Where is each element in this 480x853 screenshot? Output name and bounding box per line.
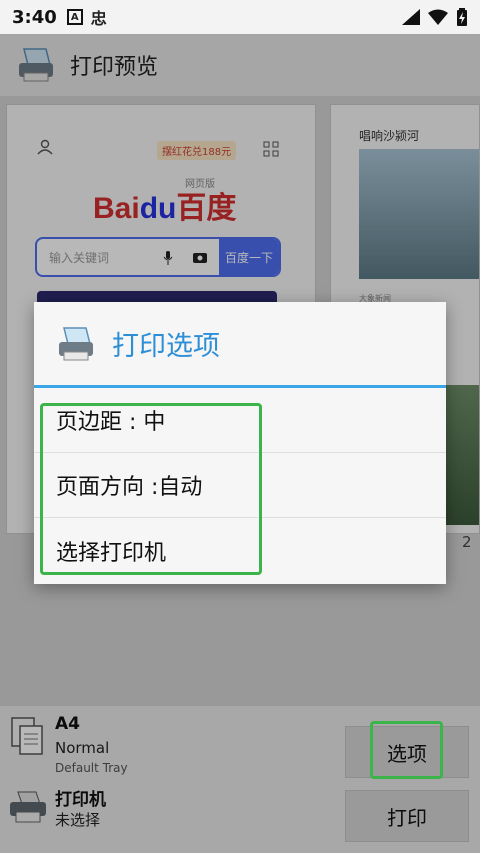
wifi-icon (428, 9, 448, 25)
signal-icon (402, 9, 420, 25)
print-options-dialog: 打印选项 页边距 : 中 页面方向 :自动 选择打印机 (34, 302, 446, 584)
status-time: 3:40 (12, 6, 57, 28)
select-printer-option[interactable]: 选择打印机 (34, 518, 446, 583)
notification-a-icon: A (66, 9, 83, 25)
notification-app-icon: 忠 (90, 9, 107, 28)
orientation-option[interactable]: 页面方向 :自动 (34, 453, 446, 518)
battery-icon (457, 8, 467, 26)
dialog-title: 打印选项 (112, 331, 220, 362)
dialog-header: 打印选项 (34, 302, 446, 388)
status-bar: 3:40 A 忠 (0, 0, 480, 34)
printer-app-icon (59, 326, 93, 360)
margin-option[interactable]: 页边距 : 中 (34, 388, 446, 453)
